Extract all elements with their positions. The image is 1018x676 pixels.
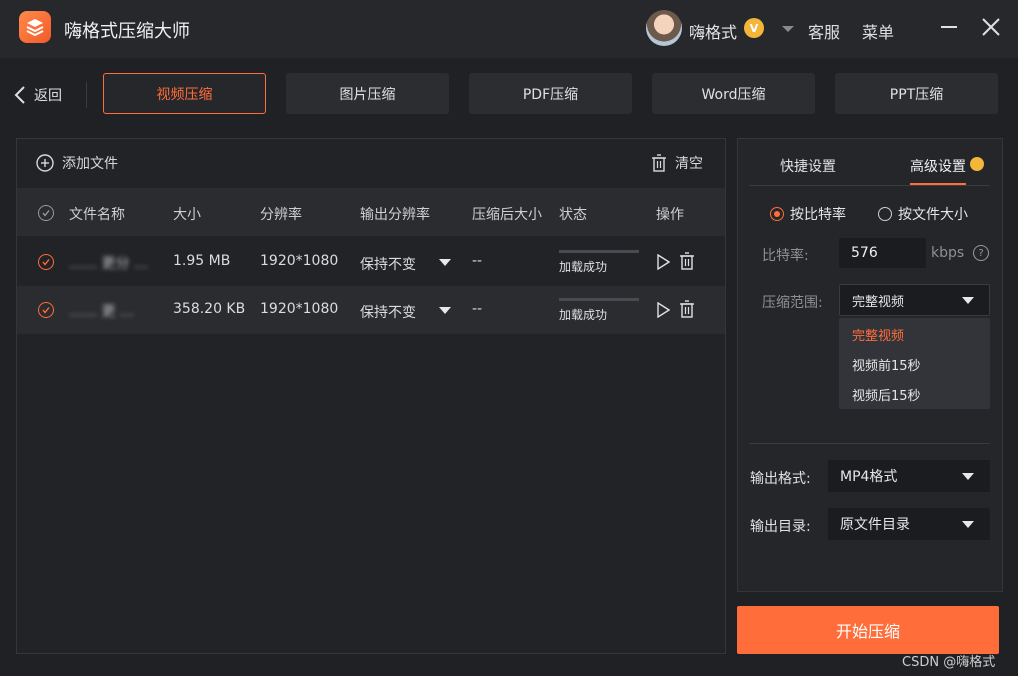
account-dropdown-icon[interactable] (782, 26, 794, 32)
range-option-last15[interactable]: 视频后15秒 (852, 385, 921, 404)
col-status: 状态 (559, 207, 587, 223)
output-resolution-select[interactable]: 保持不变 (360, 254, 416, 274)
file-name: …… 更分 … (69, 256, 148, 272)
progress-bar (559, 298, 639, 301)
format-select-value: MP4格式 (840, 469, 898, 485)
menu-link[interactable]: 菜单 (862, 19, 894, 43)
play-icon[interactable] (656, 301, 671, 322)
watermark: CSDN @嗨格式 (902, 655, 996, 670)
row-checkbox[interactable] (38, 254, 54, 270)
col-actions: 操作 (656, 207, 684, 223)
col-size: 大小 (173, 207, 201, 223)
vip-badge-icon: V (744, 18, 764, 38)
settings-tabs-divider (749, 185, 990, 186)
file-name: …… 更 … (69, 304, 134, 320)
radio-selected-icon (770, 207, 784, 221)
directory-label: 输出目录: (750, 519, 811, 535)
row-checkbox[interactable] (38, 302, 54, 318)
col-output-resolution: 输出分辨率 (360, 207, 430, 223)
chevron-left-icon (14, 86, 25, 104)
bitrate-label: 比特率: (762, 248, 809, 264)
plus-circle-icon (36, 154, 54, 172)
tab-video-compress[interactable]: 视频压缩 (103, 73, 266, 114)
start-compress-button[interactable]: 开始压缩 (737, 606, 999, 654)
chevron-down-icon[interactable] (439, 259, 451, 266)
radio-bitrate[interactable]: 按比特率 (770, 204, 846, 224)
add-file-label: 添加文件 (62, 156, 118, 172)
directory-select-value: 原文件目录 (840, 517, 910, 533)
add-file-button[interactable]: 添加文件 (36, 153, 118, 173)
play-icon[interactable] (656, 253, 671, 274)
user-avatar[interactable] (646, 10, 682, 46)
active-tab-indicator (910, 183, 966, 185)
tab-word-compress[interactable]: Word压缩 (652, 73, 815, 114)
username[interactable]: 嗨格式 (689, 19, 737, 43)
range-option-first15[interactable]: 视频前15秒 (852, 355, 921, 374)
tab-image-compress[interactable]: 图片压缩 (286, 73, 449, 114)
close-icon[interactable] (978, 14, 1004, 40)
compressed-size: -- (472, 253, 483, 269)
tab-quick-settings[interactable]: 快捷设置 (780, 156, 836, 176)
radio-filesize-label: 按文件大小 (898, 207, 968, 223)
radio-bitrate-label: 按比特率 (790, 207, 846, 223)
file-size: 358.20 KB (173, 301, 246, 317)
service-link[interactable]: 客服 (808, 19, 840, 43)
radio-unselected-icon (878, 207, 892, 221)
minimize-icon[interactable] (936, 14, 962, 40)
help-icon[interactable]: ? (973, 245, 989, 261)
clear-button[interactable]: 清空 (651, 153, 703, 173)
tab-ppt-compress[interactable]: PPT压缩 (835, 73, 998, 114)
status-text: 加载成功 (559, 260, 608, 274)
bitrate-unit: kbps (931, 245, 965, 261)
col-compressed-size: 压缩后大小 (472, 207, 542, 223)
vip-crown-icon (970, 157, 984, 171)
tab-pdf-compress[interactable]: PDF压缩 (469, 73, 632, 114)
app-title: 嗨格式压缩大师 (64, 21, 190, 42)
format-label: 输出格式: (750, 471, 811, 487)
chevron-down-icon[interactable] (962, 473, 974, 480)
delete-icon[interactable] (679, 252, 695, 274)
tab-advanced-settings[interactable]: 高级设置 (910, 156, 966, 176)
chevron-down-icon[interactable] (439, 307, 451, 314)
chevron-down-icon[interactable] (962, 521, 974, 528)
trash-icon (652, 154, 666, 172)
clear-label: 清空 (675, 156, 703, 172)
select-all-checkbox[interactable] (38, 205, 54, 221)
settings-divider (749, 443, 990, 444)
file-resolution: 1920*1080 (260, 253, 339, 269)
radio-filesize[interactable]: 按文件大小 (878, 204, 968, 224)
file-resolution: 1920*1080 (260, 301, 339, 317)
col-resolution: 分辨率 (260, 207, 302, 223)
range-option-full[interactable]: 完整视频 (852, 325, 904, 344)
status-text: 加载成功 (559, 308, 608, 322)
col-filename: 文件名称 (69, 207, 125, 223)
output-resolution-select[interactable]: 保持不变 (360, 302, 416, 322)
app-logo-icon (19, 11, 51, 43)
compressed-size: -- (472, 301, 483, 317)
file-size: 1.95 MB (173, 253, 231, 269)
delete-icon[interactable] (679, 300, 695, 322)
range-label: 压缩范围: (762, 295, 823, 311)
nav-divider (86, 82, 87, 108)
range-select-value: 完整视频 (852, 294, 905, 310)
bitrate-value: 576 (851, 245, 878, 261)
back-button[interactable]: 返回 (14, 83, 62, 107)
progress-bar (559, 250, 639, 253)
back-label: 返回 (34, 88, 62, 104)
chevron-down-icon[interactable] (962, 297, 974, 304)
